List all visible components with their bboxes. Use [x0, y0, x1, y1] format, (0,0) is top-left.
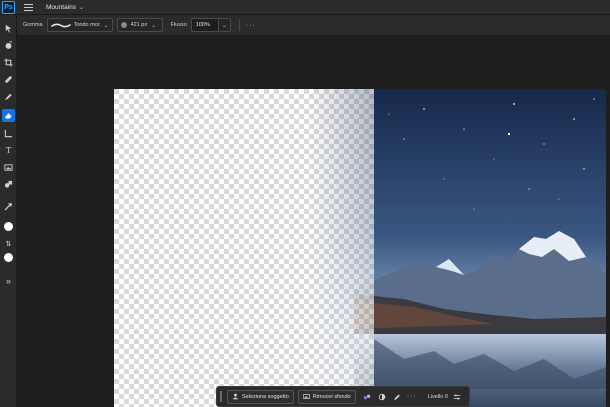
move-icon[interactable] [2, 22, 15, 35]
remove-background-button[interactable]: Rimuovi sfondo [297, 389, 356, 404]
hamburger-menu-icon[interactable] [24, 3, 33, 11]
remove-background-label: Rimuovi sfondo [312, 393, 351, 400]
healing-icon[interactable] [2, 73, 15, 86]
brush-size-value: 421 px [130, 22, 148, 28]
crop-icon[interactable] [2, 56, 15, 69]
layer-name: Livello 0 [427, 393, 448, 400]
chevron-down-icon: ⌄ [221, 22, 227, 29]
swap-colors-icon[interactable]: ⇅ [2, 237, 15, 250]
document-title-dropdown[interactable]: Mountains ⌄ [46, 4, 84, 11]
document-canvas[interactable] [114, 89, 606, 407]
contextual-taskbar: Seleziona soggetto Rimuovi sfondo ··· Li… [216, 386, 470, 407]
brush-preset-picker[interactable]: Tondo mor... ⌄ [46, 18, 113, 32]
left-toolbar: T ⇅ » [0, 15, 17, 407]
brush-size-picker[interactable]: 421 px ⌄ [116, 18, 163, 32]
eyedropper-icon[interactable] [2, 200, 15, 213]
image-icon[interactable] [2, 161, 15, 174]
more-options-icon[interactable]: ··· [246, 22, 256, 29]
divider [238, 19, 240, 31]
person-icon [232, 393, 239, 400]
layer-properties-icon[interactable] [451, 391, 463, 403]
expand-toolbar-icon[interactable]: » [2, 274, 15, 287]
brush-name: Tondo mor... [73, 22, 101, 28]
adjustment-icon[interactable] [376, 391, 388, 403]
foreground-color-swatch[interactable] [4, 222, 13, 231]
tool-label: Gomma [23, 22, 43, 28]
generative-fill-icon[interactable] [361, 391, 373, 403]
brush-size-dot-icon [120, 22, 127, 28]
chevron-down-icon: ⌄ [103, 22, 109, 29]
flow-label: Flusso [170, 22, 187, 28]
brush-icon[interactable] [391, 391, 403, 403]
select-subject-button[interactable]: Seleziona soggetto [227, 389, 294, 404]
select-subject-label: Seleziona soggetto [242, 393, 289, 400]
document-title: Mountains [46, 3, 76, 11]
image-icon [303, 394, 310, 399]
drag-handle[interactable] [220, 391, 222, 402]
shape-icon[interactable] [2, 178, 15, 191]
flow-input[interactable]: 100% [190, 18, 219, 32]
background-color-swatch[interactable] [4, 253, 13, 262]
brush-stroke-icon [50, 23, 71, 27]
quick-select-icon[interactable] [2, 39, 15, 52]
chevron-down-icon: ⌄ [79, 4, 85, 11]
tool-options-bar: Gomma Tondo mor... ⌄ 421 px ⌄ Flusso 100… [17, 15, 610, 36]
photoshop-logo[interactable]: Ps [2, 0, 15, 14]
more-options-icon[interactable]: ··· [407, 393, 417, 400]
canvas-workspace [17, 36, 610, 407]
chevron-down-icon: ⌄ [151, 22, 157, 29]
clone-stamp-icon[interactable] [2, 90, 15, 103]
eraser-icon[interactable] [2, 109, 15, 122]
app-bar: Ps Mountains ⌄ [0, 0, 610, 15]
flow-dropdown[interactable]: ⌄ [218, 18, 231, 32]
type-icon[interactable]: T [2, 144, 15, 157]
ruler-icon[interactable] [2, 127, 15, 140]
